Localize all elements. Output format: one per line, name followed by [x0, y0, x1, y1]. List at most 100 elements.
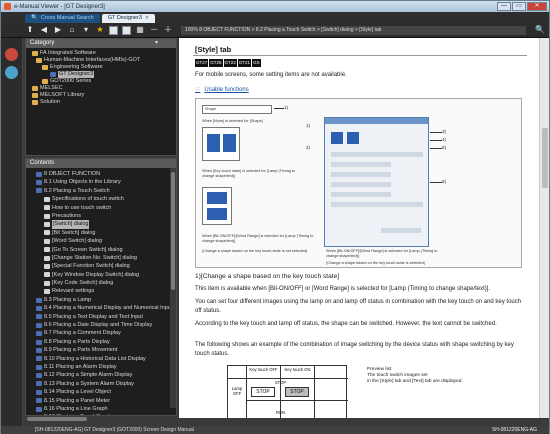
- collapse-icon[interactable]: ▾: [155, 39, 158, 48]
- home-icon[interactable]: ⌂: [67, 25, 77, 35]
- search-icon: 🔍: [31, 15, 38, 21]
- star-icon[interactable]: ★: [95, 25, 105, 35]
- contents-item[interactable]: [Key Code Switch] dialog: [30, 279, 176, 287]
- tree-item[interactable]: MELSEC: [32, 85, 176, 92]
- scrollbar-thumb[interactable]: [27, 417, 87, 421]
- usable-functions-link[interactable]: ☞ Usable functions: [195, 86, 249, 93]
- tree-item[interactable]: MELSOFT Library: [32, 92, 176, 99]
- contents-item[interactable]: 8.8 Placing a Parts Display: [30, 338, 176, 346]
- contents-item[interactable]: [Word Switch] dialog: [30, 237, 176, 245]
- breadcrumb-path[interactable]: 8 OBJECT FUNCTION > 8.2 Placing a Touch …: [199, 27, 381, 33]
- close-tab-icon[interactable]: ✕: [145, 14, 149, 23]
- contents-item[interactable]: 8.15 Placing a Panel Meter: [30, 397, 176, 405]
- up-arrow-icon[interactable]: ⬆: [25, 25, 35, 35]
- contents-hscrollbar[interactable]: [25, 416, 177, 422]
- tree-item[interactable]: GOT2000 Series: [32, 78, 176, 85]
- contents-item-label: 8.6 Placing a Date Display and Time Disp…: [44, 322, 153, 329]
- contents-item[interactable]: Relevant settings: [30, 287, 176, 295]
- contents-item[interactable]: Precautions: [30, 212, 176, 220]
- page-icon: [44, 213, 50, 219]
- minimize-button[interactable]: —: [497, 2, 511, 11]
- contents-item-label: 8.4 Placing a Numerical Display and Nume…: [44, 305, 173, 312]
- search-icon[interactable]: 🔍: [535, 25, 545, 34]
- tree-item[interactable]: Engineering Software: [32, 64, 176, 71]
- tab-gt-designer3[interactable]: GT Designer3 ✕: [101, 14, 156, 23]
- reference-icon: ☞: [195, 87, 201, 93]
- list-view-icon[interactable]: [122, 25, 131, 35]
- contents-item[interactable]: 8 OBJECT FUNCTION: [30, 170, 176, 178]
- forward-icon[interactable]: ▶: [53, 25, 63, 35]
- contents-item[interactable]: 8.13 Placing a System Alarm Display: [30, 380, 176, 388]
- contents-item[interactable]: [Key Window Display Switch] dialog: [30, 271, 176, 279]
- bookmark-icon[interactable]: [5, 48, 18, 61]
- contents-item[interactable]: 8.10 Placing a Historical Data List Disp…: [30, 355, 176, 363]
- model-badge: GT27: [195, 59, 209, 67]
- tree-item-selected[interactable]: GT Designer3: [32, 71, 176, 78]
- contents-item[interactable]: [Go To Screen Switch] dialog: [30, 246, 176, 254]
- callout-3: 3): [442, 129, 447, 134]
- paragraph: This item is available when [Bit-ON/OFF]…: [195, 286, 491, 292]
- book-icon: [36, 364, 42, 370]
- contents-item-selected[interactable]: [Switch] dialog: [30, 220, 176, 229]
- zoom-in-icon[interactable]: ＋: [163, 25, 173, 35]
- preview-box: [202, 187, 232, 225]
- book-icon: [36, 322, 42, 328]
- contents-item-label: How to use touch switch: [52, 204, 112, 211]
- contents-item[interactable]: 8.4 Placing a Numerical Display and Nume…: [30, 304, 176, 312]
- page-icon: [44, 205, 50, 211]
- zoom-level[interactable]: 100%: [185, 27, 198, 33]
- scrollbar-thumb[interactable]: [171, 172, 175, 290]
- status-manual-id: SH-081220ENG-AG: [491, 427, 537, 433]
- book-icon: [36, 381, 42, 387]
- document-scrollbar[interactable]: [539, 38, 549, 418]
- contents-item[interactable]: 8.2 Placing a Touch Switch: [30, 187, 176, 195]
- tree-item[interactable]: Human-Machine Interfaces(HMIs)-GOT: [32, 57, 176, 64]
- tab-cross-manual-search[interactable]: 🔍 Cross Manual Search: [25, 14, 100, 23]
- book-icon: [36, 406, 42, 412]
- title-bar: e-Manual Viewer - [GT Designer3] — ▭ ✕: [1, 1, 549, 12]
- contents-item[interactable]: [Special Function Switch] dialog: [30, 262, 176, 270]
- zoom-out-icon[interactable]: －: [149, 25, 159, 35]
- print-icon[interactable]: ▦: [135, 25, 145, 35]
- model-badge: GT25: [209, 59, 223, 67]
- app-icon: [4, 3, 11, 10]
- contents-item[interactable]: 8.16 Placing a Line Graph: [30, 405, 176, 413]
- contents-item[interactable]: 8.11 Placing an Alarm Display: [30, 363, 176, 371]
- contents-item[interactable]: Specifications of touch switch: [30, 195, 176, 203]
- tab-label: GT Designer3: [107, 15, 142, 21]
- contents-item[interactable]: 8.12 Placing a Simple Alarm Display: [30, 371, 176, 379]
- contents-item[interactable]: 8.6 Placing a Date Display and Time Disp…: [30, 321, 176, 329]
- page-icon: [44, 263, 50, 269]
- contents-item[interactable]: How to use touch switch: [30, 204, 176, 212]
- contents-item-label: 8.7 Placing a Comment Display: [44, 330, 121, 337]
- scrollbar-thumb[interactable]: [542, 128, 548, 188]
- back-icon[interactable]: ◀: [39, 25, 49, 35]
- contents-item-label: 8.10 Placing a Historical Data List Disp…: [44, 355, 146, 362]
- folder-icon: [42, 79, 48, 84]
- history-icon[interactable]: [5, 66, 18, 79]
- window-title: e-Manual Viewer - [GT Designer3]: [14, 3, 105, 10]
- contents-item[interactable]: [Bit Switch] dialog: [30, 229, 176, 237]
- layout-icon[interactable]: [109, 25, 118, 35]
- contents-item-label: [Change Station No. Switch] dialog: [52, 254, 137, 261]
- category-header: Category ▾: [26, 39, 176, 48]
- contents-item[interactable]: 8.7 Placing a Comment Display: [30, 329, 176, 337]
- contents-item[interactable]: 8.9 Placing a Parts Movement: [30, 346, 176, 354]
- contents-item-label: 8.11 Placing an Alarm Display: [44, 363, 117, 370]
- contents-item[interactable]: [Change Station No. Switch] dialog: [30, 254, 176, 262]
- contents-item[interactable]: 8.5 Placing a Text Display and Text Inpu…: [30, 313, 176, 321]
- contents-scrollbar[interactable]: [170, 168, 176, 408]
- contents-item[interactable]: 8.14 Placing a Level Object: [30, 388, 176, 396]
- tree-item[interactable]: Solution: [32, 99, 176, 106]
- book-icon: [36, 339, 42, 345]
- book-icon: [36, 314, 42, 320]
- contents-item[interactable]: 8.3 Placing a Lamp: [30, 296, 176, 304]
- contents-item[interactable]: 8.1 Using Objects in the Library: [30, 178, 176, 186]
- tree-item[interactable]: FA Integrated Software: [32, 50, 176, 57]
- bit-note-left: When [Bit-ON/OFF]/[Word Range] is select…: [202, 234, 314, 243]
- dropdown-icon[interactable]: ▾: [81, 25, 91, 35]
- folder-icon: [42, 65, 48, 70]
- page-icon: [44, 238, 50, 244]
- close-button[interactable]: ✕: [527, 2, 547, 11]
- maximize-button[interactable]: ▭: [512, 2, 526, 11]
